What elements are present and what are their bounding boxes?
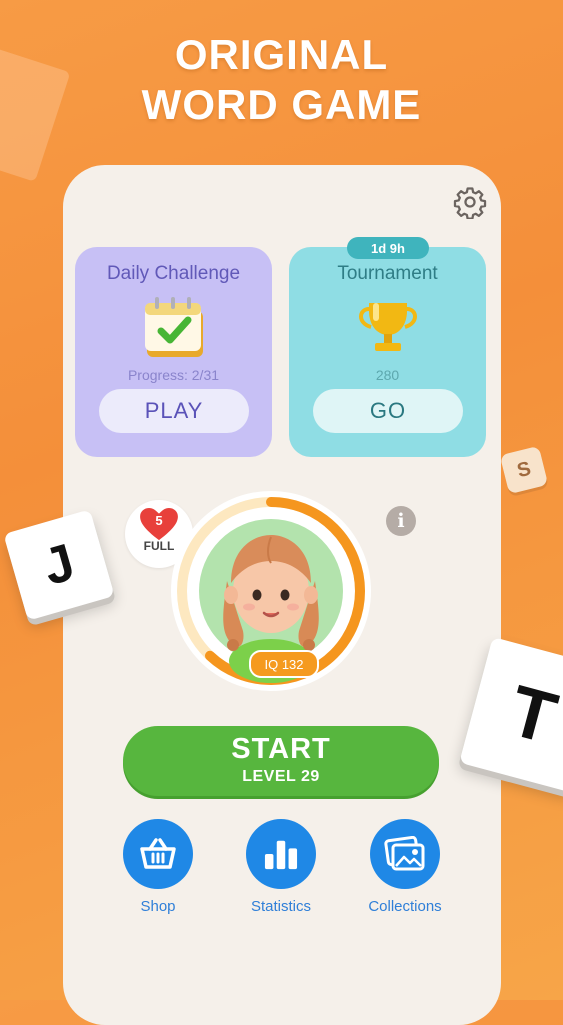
gear-icon[interactable] — [453, 185, 487, 219]
daily-challenge-card[interactable]: Daily Challenge Progress: 2/31 PLAY — [75, 247, 272, 457]
collections-circle[interactable] — [370, 819, 440, 889]
tournament-score: 280 — [375, 367, 400, 383]
headline-line-1: ORIGINAL — [174, 31, 389, 78]
images-icon — [384, 836, 425, 871]
phone-screen: Daily Challenge Progress: 2/31 PLAY 1d 9… — [63, 165, 501, 1025]
letter-tile-s: S — [499, 445, 549, 495]
daily-progress-text: Progress: 2/31 — [127, 367, 220, 383]
play-button[interactable]: PLAY — [99, 389, 249, 433]
headline-line-2: WORD GAME — [141, 81, 422, 128]
tournament-title: Tournament — [337, 263, 438, 284]
headline: ORIGINAL WORD GAME — [0, 30, 563, 130]
statistics-button[interactable]: Statistics — [221, 819, 341, 915]
info-icon[interactable]: i — [386, 506, 416, 536]
shop-button[interactable]: Shop — [98, 819, 218, 915]
shop-circle[interactable] — [123, 819, 193, 889]
collections-label: Collections — [368, 898, 442, 915]
collections-button[interactable]: Collections — [345, 819, 465, 915]
go-button[interactable]: GO — [313, 389, 463, 433]
statistics-label: Statistics — [250, 898, 311, 915]
statistics-circle[interactable] — [246, 819, 316, 889]
start-level: LEVEL 29 — [242, 768, 320, 785]
start-label: START — [231, 733, 331, 765]
bar-chart-icon — [264, 840, 298, 870]
tournament-card[interactable]: 1d 9h Tournament 280 GO — [289, 237, 486, 457]
daily-challenge-title: Daily Challenge — [106, 263, 241, 284]
iq-badge: IQ 132 — [249, 650, 319, 678]
calendar-check-icon — [145, 297, 203, 357]
shop-label: Shop — [140, 898, 176, 915]
tournament-timer-badge: 1d 9h — [347, 237, 429, 259]
basket-icon — [140, 838, 176, 869]
start-button[interactable]: START LEVEL 29 — [123, 726, 439, 796]
trophy-icon — [359, 303, 417, 351]
